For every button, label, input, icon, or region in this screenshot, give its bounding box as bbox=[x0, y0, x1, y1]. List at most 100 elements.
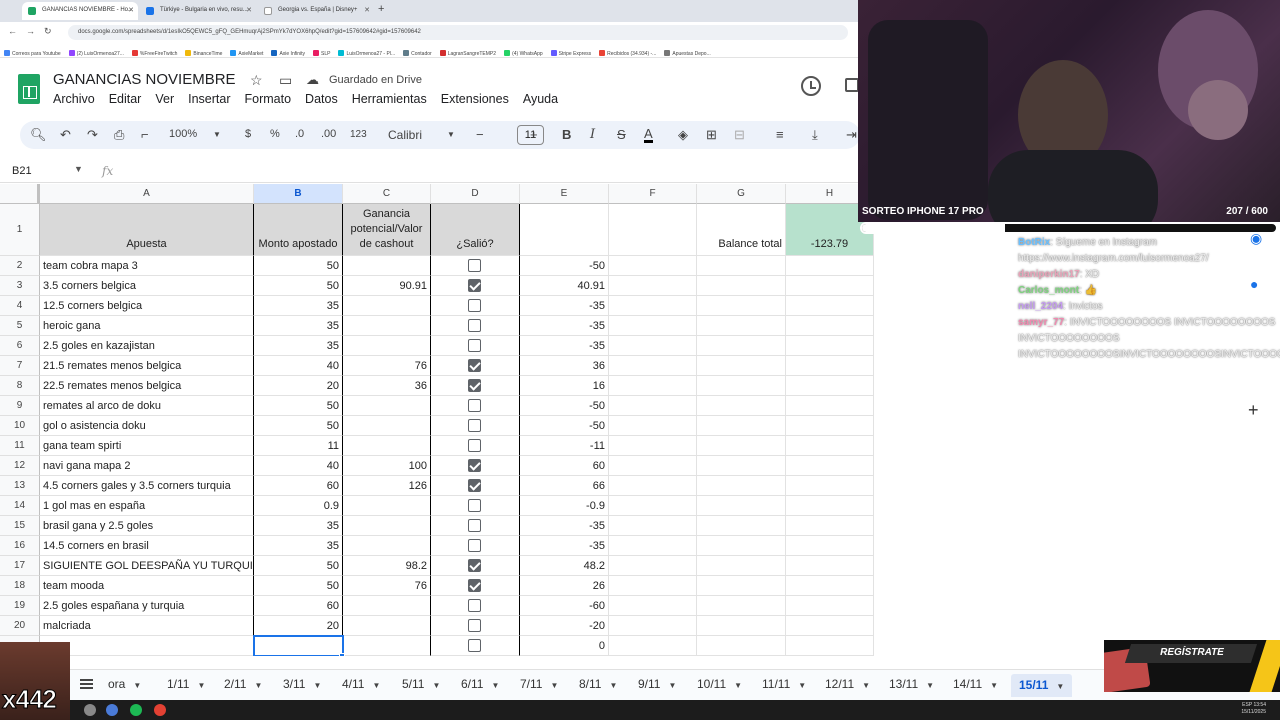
payout-cell[interactable] bbox=[343, 496, 431, 516]
star-icon[interactable]: ☆ bbox=[250, 72, 263, 89]
won-checkbox[interactable] bbox=[468, 399, 481, 412]
won-checkbox-cell[interactable] bbox=[431, 576, 520, 596]
empty-cell[interactable] bbox=[786, 416, 874, 436]
profit-cell[interactable]: -11 bbox=[520, 436, 609, 456]
new-tab-button[interactable]: + bbox=[378, 3, 384, 15]
sheet-tab[interactable]: 7/11 ▼ bbox=[520, 677, 558, 691]
sheet-tab-dropdown-icon[interactable]: ▼ bbox=[432, 681, 440, 690]
won-checkbox[interactable] bbox=[468, 379, 481, 392]
empty-cell[interactable] bbox=[697, 476, 786, 496]
row-header[interactable]: 19 bbox=[0, 596, 40, 616]
profit-cell[interactable]: -50 bbox=[520, 416, 609, 436]
profit-cell[interactable]: -35 bbox=[520, 316, 609, 336]
won-checkbox[interactable] bbox=[468, 599, 481, 612]
sheet-tab[interactable]: 9/11 ▼ bbox=[638, 677, 676, 691]
payout-cell[interactable] bbox=[343, 636, 431, 656]
won-checkbox-cell[interactable] bbox=[431, 616, 520, 636]
bookmark-item[interactable]: Apuestas Depo... bbox=[664, 50, 711, 57]
empty-cell[interactable] bbox=[786, 616, 874, 636]
bookmark-item[interactable]: %FreeFireTwitch bbox=[131, 50, 177, 57]
print-icon[interactable]: ⎙ bbox=[114, 127, 124, 143]
select-all-corner[interactable] bbox=[0, 184, 40, 204]
profit-cell[interactable]: 26 bbox=[520, 576, 609, 596]
won-checkbox[interactable] bbox=[468, 259, 481, 272]
empty-cell[interactable] bbox=[697, 636, 786, 656]
empty-cell[interactable] bbox=[609, 496, 697, 516]
empty-cell[interactable] bbox=[786, 276, 874, 296]
row-header[interactable]: 7 bbox=[0, 356, 40, 376]
percent-format-button[interactable]: % bbox=[270, 128, 280, 140]
empty-cell[interactable] bbox=[697, 336, 786, 356]
stake-cell[interactable]: 40 bbox=[254, 456, 343, 476]
merge-cells-icon[interactable]: ⊟ bbox=[734, 127, 745, 143]
zoom-select[interactable]: 100% bbox=[169, 128, 197, 140]
sheet-tab[interactable]: 2/11 ▼ bbox=[224, 677, 262, 691]
menu-item[interactable]: Insertar bbox=[188, 92, 230, 106]
bet-name-cell[interactable]: 1 gol mas en españa bbox=[40, 496, 254, 516]
text-wrap-icon[interactable]: ⇥ bbox=[846, 127, 857, 143]
chat-username[interactable]: Carlos_mont bbox=[1018, 285, 1079, 296]
profit-cell[interactable]: -20 bbox=[520, 616, 609, 636]
sheet-tab-dropdown-icon[interactable]: ▼ bbox=[862, 681, 870, 690]
profit-cell[interactable]: -35 bbox=[520, 536, 609, 556]
sheet-tab[interactable]: 8/11 ▼ bbox=[579, 677, 617, 691]
won-checkbox[interactable] bbox=[468, 539, 481, 552]
forward-icon[interactable]: → bbox=[26, 26, 35, 36]
decrease-decimals-button[interactable]: .0 bbox=[295, 128, 304, 140]
search-menus-icon[interactable]: 🔍︎ bbox=[30, 127, 47, 143]
back-icon[interactable]: ← bbox=[8, 26, 17, 36]
won-checkbox-cell[interactable] bbox=[431, 316, 520, 336]
won-checkbox[interactable] bbox=[468, 639, 481, 652]
number-format-button[interactable]: 123 bbox=[350, 129, 367, 140]
empty-cell[interactable] bbox=[609, 256, 697, 276]
row-header[interactable]: 11 bbox=[0, 436, 40, 456]
payout-cell[interactable] bbox=[343, 256, 431, 276]
won-checkbox-cell[interactable] bbox=[431, 596, 520, 616]
profit-cell[interactable]: 40.91 bbox=[520, 276, 609, 296]
won-checkbox-cell[interactable] bbox=[431, 336, 520, 356]
bet-name-cell[interactable]: gol o asistencia doku bbox=[40, 416, 254, 436]
row-header[interactable]: 1 bbox=[0, 204, 40, 256]
bet-name-cell[interactable]: 2.5 goles españana y turquia bbox=[40, 596, 254, 616]
bookmark-item[interactable]: (2) LuisOrmenoa27... bbox=[68, 50, 124, 57]
sheet-tab[interactable]: 1/11 ▼ bbox=[167, 677, 205, 691]
profit-cell[interactable]: -60 bbox=[520, 596, 609, 616]
italic-button[interactable]: I bbox=[590, 127, 595, 142]
redo-icon[interactable]: ↷ bbox=[87, 127, 98, 143]
balance-label[interactable]: Balance total bbox=[697, 204, 786, 256]
sheet-tab[interactable]: 12/11 ▼ bbox=[825, 677, 870, 691]
row-header[interactable]: 15 bbox=[0, 516, 40, 536]
stake-cell[interactable]: 20 bbox=[254, 376, 343, 396]
header-salio[interactable]: ¿Salió? bbox=[431, 204, 520, 256]
row-header[interactable]: 2 bbox=[0, 256, 40, 276]
browser-tab[interactable]: GANANCIAS NOVIEMBRE - Ho... ✕ bbox=[22, 2, 138, 20]
close-tab-icon[interactable]: ✕ bbox=[128, 6, 134, 14]
empty-cell[interactable] bbox=[786, 316, 874, 336]
browser-tab[interactable]: Türkiye - Bulgaria en vivo, resu... ✕ bbox=[140, 2, 256, 20]
sheet-tab-dropdown-icon[interactable]: ▼ bbox=[197, 681, 205, 690]
column-header[interactable]: D bbox=[431, 184, 520, 204]
sheet-tab[interactable]: 4/11 ▼ bbox=[342, 677, 380, 691]
empty-cell[interactable] bbox=[520, 204, 609, 256]
won-checkbox[interactable] bbox=[468, 559, 481, 572]
row-header[interactable]: 17 bbox=[0, 556, 40, 576]
won-checkbox-cell[interactable] bbox=[431, 376, 520, 396]
empty-cell[interactable] bbox=[697, 316, 786, 336]
empty-cell[interactable] bbox=[609, 556, 697, 576]
column-header[interactable]: A bbox=[40, 184, 254, 204]
sheet-tab[interactable]: 14/11 ▼ bbox=[953, 677, 998, 691]
won-checkbox-cell[interactable] bbox=[431, 256, 520, 276]
profit-cell[interactable]: 48.2 bbox=[520, 556, 609, 576]
vertical-align-icon[interactable]: ⤓ bbox=[812, 127, 818, 143]
bet-name-cell[interactable]: 2.5 goles en kazajistan bbox=[40, 336, 254, 356]
empty-cell[interactable] bbox=[697, 376, 786, 396]
bet-name-cell[interactable]: 3.5 corners belgica bbox=[40, 276, 254, 296]
won-checkbox[interactable] bbox=[468, 419, 481, 432]
bookmark-item[interactable]: SLP bbox=[313, 50, 330, 57]
sheet-tab-dropdown-icon[interactable]: ▼ bbox=[133, 681, 141, 690]
menu-item[interactable]: Herramientas bbox=[352, 92, 427, 106]
bookmark-item[interactable]: BinanceTime bbox=[185, 50, 222, 57]
profit-cell[interactable]: -35 bbox=[520, 336, 609, 356]
header-monto[interactable]: Monto apostado bbox=[254, 204, 343, 256]
browser-task-icon[interactable] bbox=[106, 704, 118, 716]
